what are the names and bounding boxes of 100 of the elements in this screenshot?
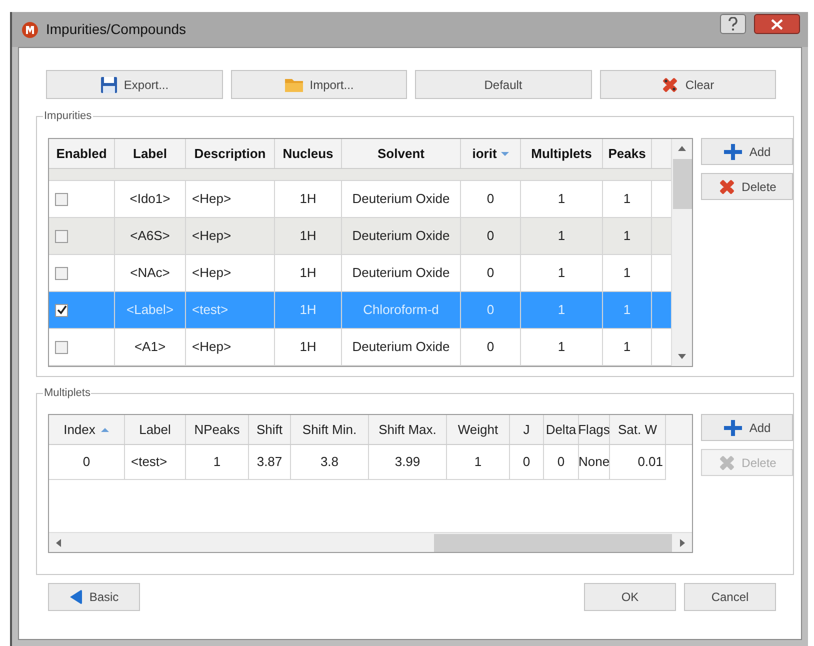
checkbox[interactable] <box>55 266 68 280</box>
scrollbar-thumb[interactable] <box>672 159 692 209</box>
group-title: Impurities <box>43 108 93 124</box>
table-cell: <test> <box>186 292 275 328</box>
column-header[interactable]: NPeaks <box>186 415 249 444</box>
table-cell: Deuterium Oxide <box>342 255 461 291</box>
window-title: Impurities/Compounds <box>46 20 186 39</box>
toolbar-button[interactable]: Export... <box>46 70 222 99</box>
column-header[interactable]: Index <box>49 415 125 444</box>
help-button[interactable] <box>720 14 746 34</box>
table-cell: 0 <box>461 255 521 291</box>
table-cell: 1H <box>275 329 342 365</box>
table-cell: <Ido1> <box>115 181 186 217</box>
table-cell: 1 <box>603 329 652 365</box>
column-header[interactable]: iorit <box>461 139 521 168</box>
table-cell: 0 <box>461 292 521 328</box>
table-cell: Deuterium Oxide <box>342 181 461 217</box>
column-header[interactable]: Nucleus <box>275 139 342 168</box>
vertical-scrollbar[interactable] <box>671 139 692 366</box>
table-cell: 1 <box>521 181 603 217</box>
column-header[interactable]: Label <box>125 415 186 444</box>
plus-icon <box>723 142 744 160</box>
column-header[interactable]: Description <box>186 139 275 168</box>
delete-button[interactable]: Delete <box>701 173 793 200</box>
table-cell: 1 <box>521 292 603 328</box>
basic-button[interactable]: Basic <box>48 583 140 611</box>
table-cell: <A6S> <box>115 218 186 254</box>
checkbox[interactable] <box>55 304 68 316</box>
add-button[interactable]: Add <box>701 138 793 165</box>
toolbar-button[interactable]: Clear <box>600 70 776 99</box>
column-header[interactable]: Sat. W <box>610 415 666 444</box>
checkbox[interactable] <box>55 192 68 206</box>
column-header[interactable]: Label <box>115 139 186 168</box>
table-cell: <A1> <box>115 329 186 365</box>
checkbox[interactable] <box>55 230 68 242</box>
left-arrow-icon <box>69 589 84 605</box>
column-header[interactable]: Shift Min. <box>291 415 369 444</box>
table-cell: 0 <box>49 445 125 480</box>
close-icon <box>771 18 783 30</box>
table-cell: <Hep> <box>186 329 275 365</box>
table-cell: <Hep> <box>186 218 275 254</box>
table-row[interactable]: <A6S> <Hep> 1H Deuterium Oxide 0 1 1 <box>49 218 672 255</box>
plus-icon <box>723 418 744 436</box>
horizontal-scrollbar[interactable] <box>49 532 692 552</box>
dialog-button[interactable]: OK <box>584 583 676 611</box>
x-mark-icon <box>718 454 736 472</box>
scrollbar-thumb[interactable] <box>434 534 672 552</box>
table-row[interactable]: <Ido1> <Hep> 1H Deuterium Oxide 0 1 1 <box>49 181 672 218</box>
table-cell: 1 <box>603 218 652 254</box>
table-cell: 1H <box>275 218 342 254</box>
table-cell: <Hep> <box>186 181 275 217</box>
x-mark-icon <box>718 178 736 196</box>
table-cell: 1 <box>521 255 603 291</box>
toolbar-button[interactable]: Import... <box>230 70 407 99</box>
table-cell: 0 <box>461 218 521 254</box>
table-cell: Deuterium Oxide <box>342 329 461 365</box>
folder-icon <box>284 76 304 92</box>
table-cell: 1H <box>275 255 342 291</box>
column-header[interactable]: Weight <box>447 415 510 444</box>
table-cell: 0 <box>461 181 521 217</box>
table-cell: 1 <box>603 292 652 328</box>
table-cell: Chloroform-d <box>342 292 461 328</box>
table-cell: 3.99 <box>369 445 447 480</box>
table-cell: 3.87 <box>249 445 291 480</box>
close-button[interactable] <box>754 14 800 34</box>
table-cell: 0.01 <box>610 445 666 480</box>
column-header[interactable]: Delta <box>544 415 579 444</box>
table-cell: 1H <box>275 292 342 328</box>
column-header[interactable]: Peaks <box>603 139 652 168</box>
column-header[interactable]: Flags <box>579 415 610 444</box>
table-cell: 1 <box>521 218 603 254</box>
column-header[interactable]: Shift Max. <box>369 415 447 444</box>
column-header[interactable]: Enabled <box>49 139 115 168</box>
table-cell: <Label> <box>115 292 186 328</box>
table-cell: <Hep> <box>186 255 275 291</box>
toolbar-button[interactable]: Default <box>415 70 592 99</box>
check-icon <box>56 305 66 315</box>
table-cell: 1 <box>603 255 652 291</box>
table-cell: <test> <box>125 445 186 480</box>
table-cell: 0 <box>510 445 544 480</box>
help-icon <box>728 17 738 31</box>
column-header[interactable]: Solvent <box>342 139 461 168</box>
table-cell: 1H <box>275 181 342 217</box>
table-cell: 0 <box>461 329 521 365</box>
group-title: Multiplets <box>43 385 92 402</box>
table-cell: 1 <box>521 329 603 365</box>
table-row[interactable]: <A1> <Hep> 1H Deuterium Oxide 0 1 1 <box>49 329 672 366</box>
table-cell: 1 <box>447 445 510 480</box>
table-row[interactable]: <NAc> <Hep> 1H Deuterium Oxide 0 1 1 <box>49 255 672 292</box>
column-header[interactable]: Multiplets <box>521 139 603 168</box>
table-cell: Deuterium Oxide <box>342 218 461 254</box>
add-button[interactable]: Add <box>701 414 793 441</box>
column-header[interactable]: Shift <box>249 415 291 444</box>
column-header[interactable]: J <box>510 415 544 444</box>
table-cell: 1 <box>603 181 652 217</box>
dialog-button[interactable]: Cancel <box>684 583 776 611</box>
checkbox[interactable] <box>55 340 68 354</box>
table-cell: 3.8 <box>291 445 369 480</box>
table-cell: 0 <box>544 445 579 480</box>
app-logo-icon <box>22 22 38 38</box>
